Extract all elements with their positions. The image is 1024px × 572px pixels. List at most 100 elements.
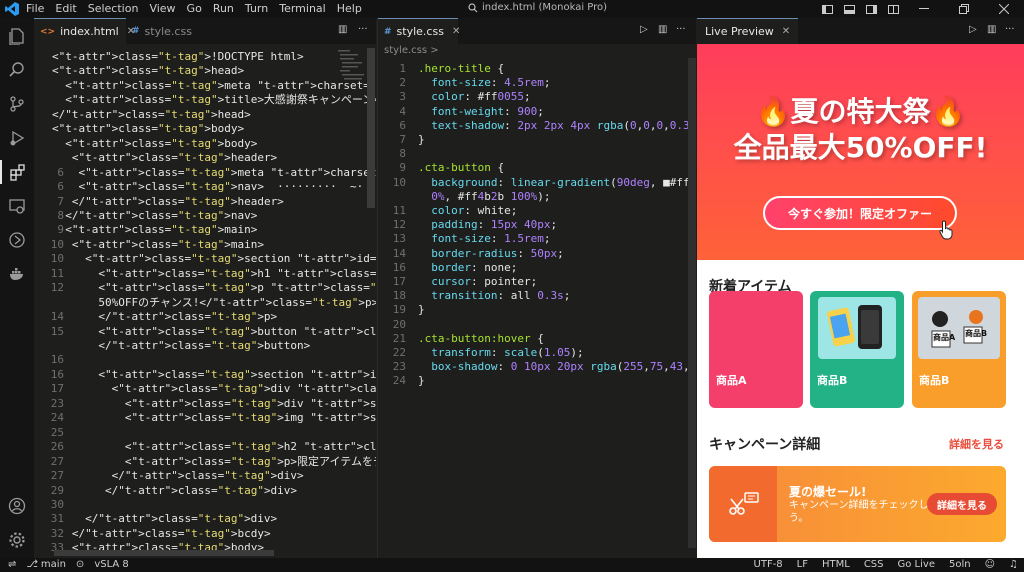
code-line[interactable]: <"t-attr">class="t-tag">img "t-attr">src… bbox=[52, 411, 376, 425]
code-line[interactable]: 50%OFFのチャンス!</"t-attr">class="t-tag">p> bbox=[52, 296, 376, 310]
more-actions-icon[interactable]: ··· bbox=[358, 24, 368, 35]
css-status[interactable]: CSS bbox=[864, 559, 884, 570]
menu-terminal[interactable]: Terminal bbox=[279, 2, 326, 16]
remote-explorer-icon[interactable] bbox=[5, 194, 29, 218]
code-line[interactable]: padding: 15px 40px; bbox=[418, 218, 557, 232]
restore-icon[interactable] bbox=[944, 0, 984, 18]
code-line[interactable]: font-weight: 900; bbox=[418, 105, 544, 119]
code-area[interactable]: <"t-attr">class="t-tag">!DOCTYPE html> <"… bbox=[34, 46, 376, 558]
toggle-secondary-sidebar-icon[interactable] bbox=[860, 0, 882, 18]
toggle-sidebar-icon[interactable] bbox=[816, 0, 838, 18]
split-editor-icon[interactable]: ▥ bbox=[338, 24, 347, 35]
code-line[interactable]: <"t-attr">class="t-tag">body> bbox=[52, 137, 257, 151]
menu-selection[interactable]: Selection bbox=[88, 2, 139, 16]
code-line[interactable]: font-size: 1.5rem; bbox=[418, 232, 550, 246]
menu-help[interactable]: Help bbox=[337, 2, 362, 16]
code-line[interactable]: <"t-attr">class="t-tag">meta "t-attr">ch… bbox=[52, 79, 376, 93]
code-line[interactable]: <"t-attr">class="t-tag">section "t-attr"… bbox=[52, 368, 376, 382]
problems-status[interactable]: vSLA 8 bbox=[94, 559, 128, 570]
code-line[interactable]: border-radius: 50px; bbox=[418, 247, 563, 261]
see-details-link[interactable]: 詳細を見る bbox=[949, 436, 1004, 452]
menu-edit[interactable]: Edit bbox=[55, 2, 76, 16]
breadcrumb[interactable]: style.css > bbox=[384, 45, 439, 56]
code-line[interactable]: font-size: 4.5rem; bbox=[418, 76, 550, 90]
code-line[interactable]: color: #ff0055; bbox=[418, 90, 530, 104]
product-card[interactable]: 商品A 商品B 商品B bbox=[912, 291, 1006, 408]
feedback-icon[interactable]: ☺ bbox=[985, 559, 995, 570]
git-branch[interactable]: main bbox=[41, 559, 66, 570]
explorer-icon[interactable] bbox=[5, 24, 29, 48]
code-line[interactable]: <"t-attr">class="t-tag">head> bbox=[52, 64, 244, 78]
extra-status[interactable]: 5oln bbox=[949, 559, 971, 570]
toggle-panel-icon[interactable] bbox=[838, 0, 860, 18]
code-line[interactable]: box-shadow: 0 10px 20px rgba(255,75,43,0… bbox=[418, 360, 696, 374]
code-line[interactable]: <"t-attr">class="t-tag">p "t-attr">class… bbox=[52, 281, 376, 295]
code-line[interactable]: </"t-attr">class="t-tag">button> bbox=[52, 339, 310, 353]
layout-icon[interactable] bbox=[882, 0, 904, 18]
sync-icon[interactable]: ⊙ bbox=[76, 559, 84, 570]
code-line[interactable]: text-shadow: 2px 2px 4px rgba(0,0,0,0.3)… bbox=[418, 119, 696, 133]
code-line[interactable]: <"t-attr">class="t-tag">!DOCTYPE html> bbox=[52, 50, 304, 64]
split-editor-icon[interactable]: ▥ bbox=[658, 24, 667, 35]
menu-run[interactable]: Run bbox=[213, 2, 234, 16]
code-line[interactable]: } bbox=[418, 374, 425, 388]
code-line[interactable]: cursor: pointer; bbox=[418, 275, 537, 289]
tab-style-css-active[interactable]: # style.css ✕ bbox=[378, 18, 460, 44]
code-line[interactable]: <"t-attr">class="t-tag">p>限定アイテムをチェックしよう… bbox=[52, 455, 376, 469]
code-line[interactable]: transform: scale(1.05); bbox=[418, 346, 583, 360]
code-line[interactable]: background: linear-gradient(90deg, ■#ff4… bbox=[418, 176, 696, 190]
menu-go[interactable]: Go bbox=[187, 2, 202, 16]
code-area[interactable]: 1 .hero-title {2 font-size: 4.5rem; 3 colo… bbox=[378, 58, 696, 558]
code-line[interactable]: </"t-attr">class="t-tag">nav> bbox=[52, 209, 257, 223]
minimize-icon[interactable] bbox=[904, 0, 944, 18]
code-line[interactable]: </"t-attr">class="t-tag">bcdy> bbox=[52, 527, 271, 541]
cta-button[interactable]: 今すぐ参加！限定オファー bbox=[763, 196, 957, 230]
close-window-icon[interactable] bbox=[984, 0, 1024, 18]
remote-icon[interactable]: ⇌ bbox=[8, 559, 16, 570]
more-actions-icon[interactable]: ··· bbox=[1005, 24, 1015, 35]
code-line[interactable]: <"t-attr">class="t-tag">button "t-attr">… bbox=[52, 325, 376, 339]
encoding-status[interactable]: UTF-8 bbox=[754, 559, 783, 570]
editor-style-css[interactable]: # style.css ✕ ▷ ▥ ··· style.css > 1 .hero… bbox=[377, 18, 696, 558]
testing-icon[interactable] bbox=[5, 228, 29, 252]
run-icon[interactable]: ▷ bbox=[640, 24, 648, 35]
code-line[interactable]: <"t-attr">class="t-tag">h2 "t-attr">clas… bbox=[52, 440, 376, 454]
code-line[interactable]: <"t-attr">class="t-tag">body> bbox=[52, 122, 244, 136]
vertical-scrollbar[interactable] bbox=[367, 48, 375, 208]
code-line[interactable]: <"t-attr">class="t-tag">nav> ········· ~… bbox=[52, 180, 376, 194]
tab-index-html[interactable]: <> index.html ✕ bbox=[34, 18, 135, 44]
horizontal-scrollbar[interactable] bbox=[54, 550, 274, 556]
code-line[interactable]: <"t-attr">class="t-tag">header> bbox=[52, 151, 277, 165]
split-editor-icon[interactable]: ▥ bbox=[987, 24, 996, 35]
tab-live-preview[interactable]: Live Preview ✕ bbox=[697, 18, 799, 44]
vertical-scrollbar[interactable] bbox=[688, 58, 696, 548]
run-debug-icon[interactable] bbox=[5, 126, 29, 150]
account-icon[interactable] bbox=[5, 494, 29, 518]
code-line[interactable]: <"t-attr">class="t-tag">div "t-attr">src… bbox=[52, 397, 376, 411]
code-line[interactable]: <"t-attr">class="t-tag">main> bbox=[52, 223, 257, 237]
code-line[interactable]: <"t-attr">class="t-tag">div "t-attr">cla… bbox=[52, 382, 376, 396]
code-line[interactable]: } bbox=[418, 133, 425, 147]
product-card[interactable]: 商品A bbox=[709, 291, 803, 408]
code-line[interactable]: </"t-attr">class="t-tag">div> bbox=[52, 469, 304, 483]
code-line[interactable]: </"t-attr">class="t-tag">div> bbox=[52, 512, 277, 526]
code-line[interactable]: <"t-attr">class="t-tag">section "t-attr"… bbox=[52, 252, 376, 266]
code-line[interactable]: .cta-button { bbox=[418, 161, 504, 175]
menu-turn[interactable]: Turn bbox=[245, 2, 268, 16]
more-actions-icon[interactable]: ··· bbox=[676, 24, 686, 35]
search-view-icon[interactable] bbox=[5, 58, 29, 82]
go-live-button[interactable]: Go Live bbox=[898, 559, 935, 570]
campaign-banner[interactable]: 夏の爆セール! キャンペーン詳細をチェックしよう。 詳細を見る bbox=[709, 466, 1006, 542]
banner-details-button[interactable]: 詳細を見る bbox=[927, 493, 997, 515]
code-line[interactable]: 0%, #ff4b2b 100%); bbox=[418, 190, 550, 204]
code-line[interactable]: <"t-attr">class="t-tag">meta "t-attr">ch… bbox=[52, 166, 376, 180]
menu-view[interactable]: View bbox=[149, 2, 175, 16]
extensions-icon[interactable] bbox=[0, 160, 34, 184]
code-line[interactable]: </"t-attr">class="t-tag">header> bbox=[52, 195, 284, 209]
code-line[interactable]: <"t-attr">class="t-tag">h1 "t-attr">clas… bbox=[52, 267, 376, 281]
code-line[interactable]: } bbox=[418, 303, 425, 317]
close-tab-icon[interactable]: ✕ bbox=[452, 26, 460, 37]
code-line[interactable]: <"t-attr">class="t-tag">title>大感謝祭キャンペーン… bbox=[52, 93, 376, 107]
tab-style-css[interactable]: # style.css bbox=[126, 18, 216, 44]
code-line[interactable]: </"t-attr">class="t-tag">p> bbox=[52, 310, 277, 324]
